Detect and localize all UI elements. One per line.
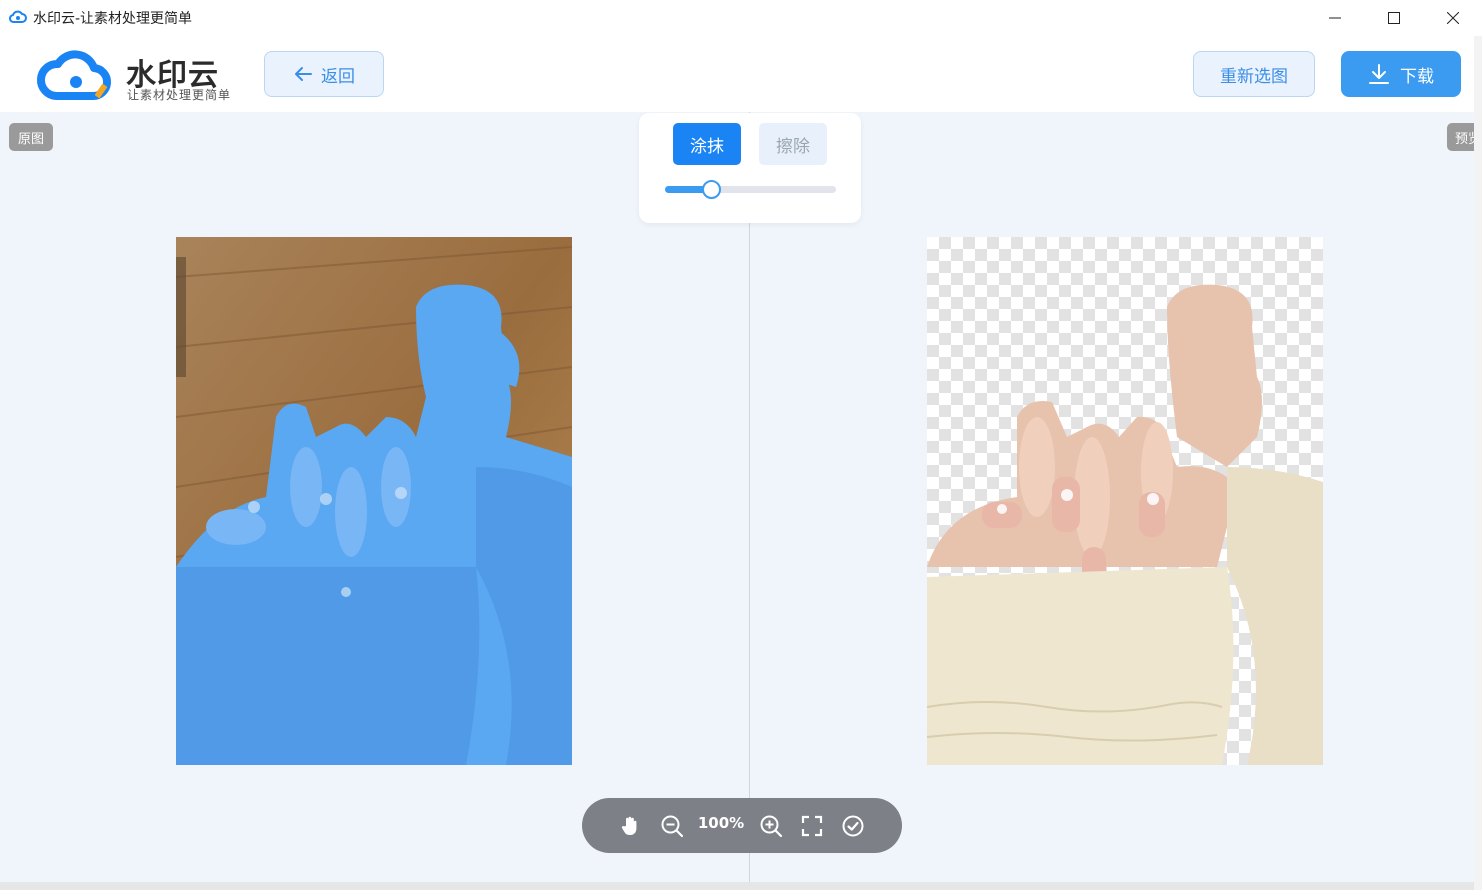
original-label: 原图 [9,123,53,151]
download-button[interactable]: 下载 [1341,51,1461,97]
minimize-icon [1329,17,1341,19]
compare-divider [749,112,750,882]
zoom-out-icon [661,815,684,838]
download-button-label: 下载 [1400,66,1434,87]
app-header: 水印云 让素材处理更简单 返回 重新选图 下载 [0,36,1474,112]
logo-slogan: 让素材处理更简单 [127,88,232,102]
close-icon [1447,12,1459,24]
title-bar: 水印云-让素材处理更简单 [0,0,1482,36]
pan-hand-button[interactable] [615,811,645,841]
fullscreen-icon [801,815,823,837]
confirm-button[interactable] [838,811,868,841]
arrow-left-icon [295,67,312,81]
smear-tool-button[interactable]: 涂抹 [673,123,741,165]
zoom-level: 100% [697,814,745,832]
zoom-in-button[interactable] [756,811,786,841]
maximize-icon [1388,12,1400,24]
hand-icon [621,816,637,835]
zoom-in-icon [760,815,783,838]
brush-size-slider[interactable] [665,180,836,199]
vertical-scrollbar[interactable] [1474,36,1482,890]
download-icon [1369,64,1389,84]
preview-label: 预览 [1447,123,1474,151]
erase-tool-button[interactable]: 擦除 [759,123,827,165]
back-button-label: 返回 [321,66,355,87]
maximize-button[interactable] [1371,0,1417,36]
minimize-button[interactable] [1312,0,1358,36]
cloud-logo-icon [37,50,112,101]
back-button[interactable]: 返回 [264,51,384,97]
fit-screen-button[interactable] [797,811,827,841]
original-photo-graphic [176,237,572,765]
reselect-image-button[interactable]: 重新选图 [1193,51,1315,97]
close-button[interactable] [1430,0,1476,36]
brush-size-thumb[interactable] [701,180,721,199]
logo: 水印云 让素材处理更简单 [36,46,236,104]
preview-image[interactable] [927,237,1323,765]
preview-photo-graphic [927,284,1323,765]
original-image[interactable] [176,237,572,765]
brush-tool-panel: 涂抹 擦除 [639,113,861,223]
window-title: 水印云-让素材处理更简单 [33,11,193,27]
zoom-toolbar: 100% [582,798,902,853]
zoom-out-button[interactable] [657,811,687,841]
check-circle-icon [842,815,864,837]
reselect-button-label: 重新选图 [1220,66,1288,87]
app-logo-icon [9,10,27,23]
horizontal-scrollbar[interactable] [0,882,1474,890]
